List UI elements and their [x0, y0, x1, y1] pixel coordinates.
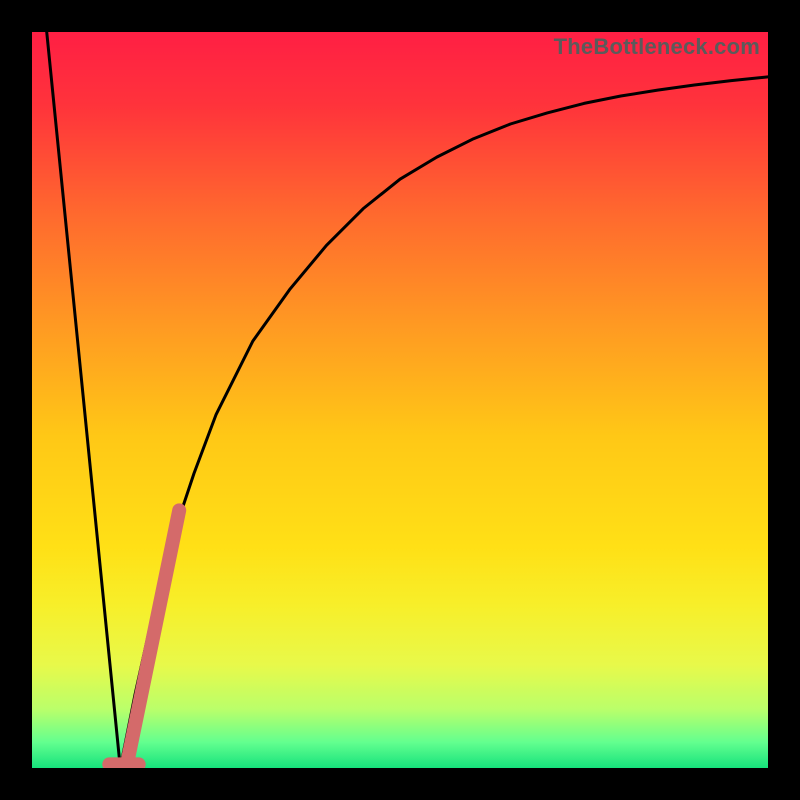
outer-frame: TheBottleneck.com	[0, 0, 800, 800]
highlight-segment	[128, 510, 180, 760]
curve-right-branch	[120, 77, 768, 768]
curve-layer	[32, 32, 768, 768]
curve-left-branch	[47, 32, 121, 768]
plot-area: TheBottleneck.com	[32, 32, 768, 768]
watermark-text: TheBottleneck.com	[554, 34, 760, 60]
